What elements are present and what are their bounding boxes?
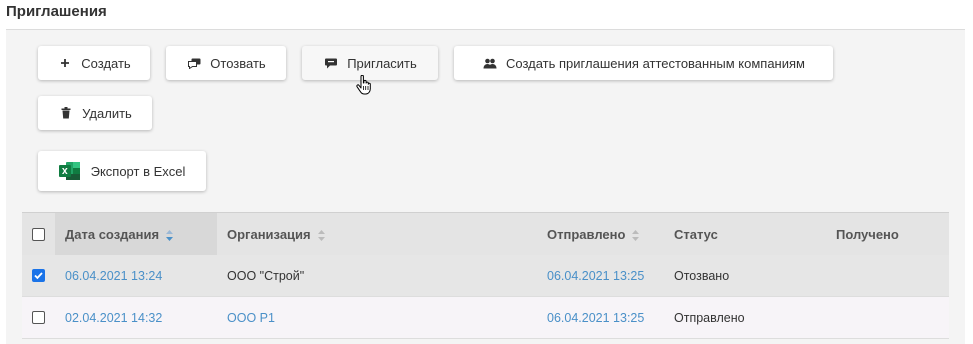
sent-date-link[interactable]: 06.04.2021 13:25 xyxy=(547,255,644,297)
plus-icon xyxy=(57,56,73,70)
column-header-sent[interactable]: Отправлено xyxy=(547,213,640,255)
create-button-label: Создать xyxy=(81,55,131,71)
export-excel-button[interactable]: Экспорт в Excel xyxy=(38,151,206,191)
page-title: Приглашения xyxy=(6,3,107,20)
select-all-checkbox[interactable] xyxy=(32,228,45,241)
table-row[interactable]: 06.04.2021 13:24 ООО "Строй" 06.04.2021 … xyxy=(22,255,949,297)
sent-date-link[interactable]: 06.04.2021 13:25 xyxy=(547,297,644,339)
delete-button-label: Удалить xyxy=(82,105,132,121)
column-header-created[interactable]: Дата создания xyxy=(55,213,217,255)
status-text: Отправлено xyxy=(674,311,745,325)
hand-pointer-icon xyxy=(356,74,372,100)
sort-icon xyxy=(166,229,174,241)
column-header-organization[interactable]: Организация xyxy=(227,213,325,255)
table-row[interactable]: 02.04.2021 14:32 ООО Р1 06.04.2021 13:25… xyxy=(22,297,949,339)
excel-icon xyxy=(58,161,81,181)
users-icon xyxy=(482,56,498,70)
created-date-link[interactable]: 02.04.2021 14:32 xyxy=(65,297,162,339)
delete-button[interactable]: Удалить xyxy=(38,96,152,130)
invite-attested-button-label: Создать приглашения аттестованным компан… xyxy=(506,55,805,71)
sort-icon xyxy=(317,229,325,241)
invite-button-label: Пригласить xyxy=(347,55,417,71)
status-text: Отозвано xyxy=(674,269,730,283)
export-excel-button-label: Экспорт в Excel xyxy=(90,163,186,179)
trash-icon xyxy=(58,106,74,120)
sort-icon xyxy=(632,229,640,241)
row-checkbox[interactable] xyxy=(32,269,45,282)
revoke-button[interactable]: Отозвать xyxy=(166,46,286,80)
invite-attested-button[interactable]: Создать приглашения аттестованным компан… xyxy=(454,46,833,80)
table-header: Дата создания Организация Отправлено Ста… xyxy=(22,212,949,255)
organization-name: ООО "Строй" xyxy=(227,269,305,283)
column-header-received: Получено xyxy=(836,226,899,242)
column-header-status: Статус xyxy=(674,226,718,242)
speech-bubble-icon xyxy=(323,56,339,70)
revoke-button-label: Отозвать xyxy=(210,55,266,71)
speech-bubbles-icon xyxy=(186,56,202,70)
row-checkbox[interactable] xyxy=(32,311,45,324)
create-button[interactable]: Создать xyxy=(38,46,150,80)
organization-link[interactable]: ООО Р1 xyxy=(227,297,275,339)
created-date-link[interactable]: 06.04.2021 13:24 xyxy=(65,255,162,297)
